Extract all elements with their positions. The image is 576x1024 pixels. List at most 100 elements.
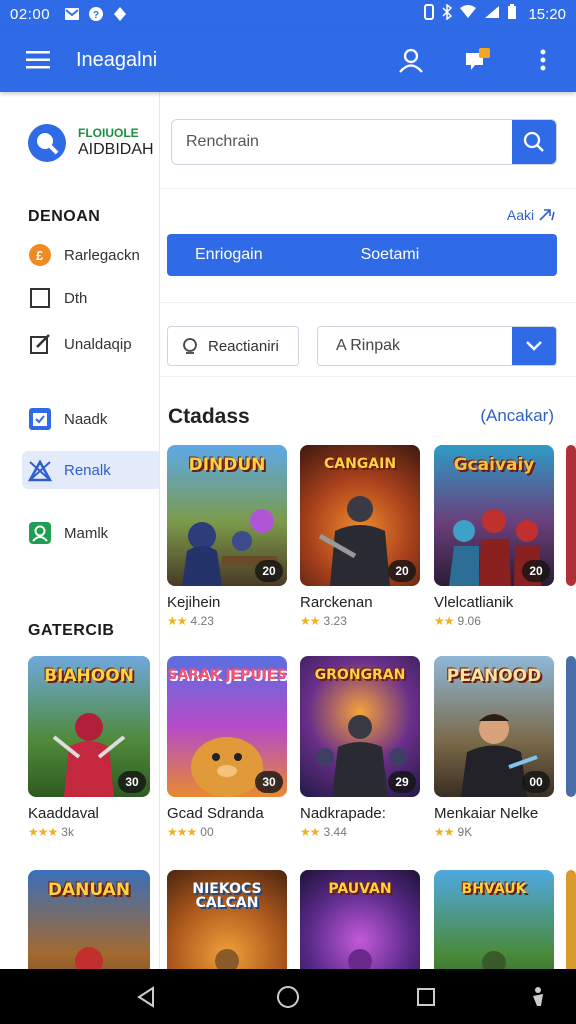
search-input[interactable]: [172, 120, 512, 164]
game-card[interactable]: PAUVAN: [300, 870, 420, 969]
game-card[interactable]: GRONGRAN 29 Nadkrapade: ★★ 3.44: [300, 656, 420, 839]
game-badge: 20: [522, 560, 550, 582]
game-title-art: Gcaivaiy: [453, 455, 535, 475]
tab-2[interactable]: Soetami: [333, 246, 420, 264]
game-title-art: DANUAN: [47, 880, 131, 900]
game-card[interactable]: Gcaivaiy 20 Vlelcatlianik ★★ 9.06: [434, 445, 554, 628]
dropdown-button[interactable]: [512, 327, 556, 365]
sidebar-item-6[interactable]: Mamlk: [22, 514, 159, 552]
brand: FLOIUOLE AIDBIDAH: [0, 92, 159, 164]
game-rating: ★★ 4.23: [167, 614, 214, 628]
more-vert-icon: [540, 49, 546, 71]
recents-icon: [417, 987, 435, 1006]
sidebar-item-1[interactable]: £ Rarlegackn: [22, 236, 159, 274]
sidebar-item-4[interactable]: Naadk: [22, 400, 159, 438]
sidebar-game-card-2[interactable]: DANUAN: [28, 870, 150, 969]
back-button[interactable]: [116, 969, 176, 1024]
game-card[interactable]: BHVAUK: [434, 870, 554, 969]
system-nav-bar: [0, 969, 576, 1024]
game-name: Nadkrapade:: [300, 805, 386, 822]
game-card[interactable]: PEANOOD 00 Menkaiar Nelke ★★ 9K: [434, 656, 554, 839]
svg-text:£: £: [36, 248, 44, 263]
search-button[interactable]: [512, 120, 556, 164]
accessibility-button[interactable]: [508, 969, 568, 1024]
game-thumbnail: [566, 445, 576, 586]
select-value: A Rinpak: [336, 337, 401, 354]
sidebar-item-5[interactable]: Renalk: [22, 451, 159, 489]
person-icon: [399, 48, 423, 73]
back-icon: [137, 985, 154, 1008]
hamburger-icon: [26, 51, 50, 69]
sidebar-item-label: Naadk: [64, 410, 108, 428]
sidebar-item-3[interactable]: Unaldaqip: [22, 325, 159, 363]
overflow-menu-button[interactable]: [510, 28, 576, 92]
game-card-partial[interactable]: [566, 656, 576, 797]
game-title-art: CANGAIN: [323, 456, 397, 472]
signal-icon: [484, 5, 500, 23]
game-badge: 30: [255, 771, 283, 793]
recents-button[interactable]: [396, 969, 456, 1024]
section-see-all-link[interactable]: (Ancakar): [480, 406, 554, 426]
account-button[interactable]: [378, 28, 444, 92]
location-icon: [112, 6, 128, 22]
sidebar-item-2[interactable]: Dth: [22, 279, 159, 317]
game-rating: ★★ 9.06: [434, 614, 481, 628]
game-thumbnail: [566, 870, 576, 969]
add-link[interactable]: Aaki: [507, 207, 556, 223]
game-rating: ★★★ 00: [167, 825, 214, 839]
sidebar-game-card[interactable]: BIAHOON 30 Kaaddaval ★★★ 3k: [28, 656, 150, 839]
game-card[interactable]: NIEKOCS CALCAN: [167, 870, 287, 969]
home-button[interactable]: [258, 969, 318, 1024]
game-rating: ★★ 9K: [434, 825, 473, 839]
chat-icon: [466, 48, 490, 70]
game-thumbnail: BIAHOON 30: [28, 656, 150, 797]
game-badge: 30: [118, 771, 146, 793]
game-thumbnail: NIEKOCS CALCAN: [167, 870, 287, 969]
game-title-art: PEANOOD: [446, 666, 542, 686]
game-thumbnail: Gcaivaiy 20: [434, 445, 554, 586]
divider: [160, 376, 576, 377]
game-name: Rarckenan: [300, 594, 373, 611]
search-icon: [183, 338, 197, 354]
game-rating: ★★★ 3k: [28, 825, 74, 839]
sidebar-item-label: Unaldaqip: [64, 335, 132, 353]
brand-line1: FLOIUOLE: [78, 125, 139, 140]
coin-icon: £: [28, 243, 52, 267]
game-thumbnail: CANGAIN 20: [300, 445, 420, 586]
filter-button[interactable]: Reactianiri: [167, 326, 299, 366]
ninja-illustration: [348, 949, 372, 969]
bluetooth-icon: [442, 3, 453, 24]
game-card[interactable]: CANGAIN 20 Rarckenan ★★ 3.23: [300, 445, 420, 628]
game-thumbnail: DINDUN 20: [167, 445, 287, 586]
game-title-art: BIAHOON: [44, 666, 134, 686]
game-title-art: GRONGRAN: [314, 667, 406, 683]
game-title-art: BHVAUK: [461, 881, 527, 897]
search-icon: [523, 131, 544, 152]
brand-logo-icon: [28, 124, 66, 162]
game-name: Menkaiar Nelke: [434, 805, 539, 822]
game-title-art: SARAK JEPUIES: [167, 667, 287, 683]
tab-1[interactable]: Enriogain: [167, 246, 263, 264]
game-title-art: PAUVAN: [328, 881, 392, 897]
brand-line2: AIDBIDAH: [78, 140, 154, 158]
stars-icon: ★★: [167, 614, 187, 628]
knight-illustration: [75, 947, 103, 969]
warriors-illustration: [215, 949, 239, 969]
game-badge: 29: [388, 771, 416, 793]
messages-button[interactable]: [444, 28, 510, 92]
game-card[interactable]: DINDUN 20 Kejihein ★★ 4.23: [167, 445, 287, 628]
game-card-partial[interactable]: [566, 445, 576, 586]
game-card[interactable]: SARAK JEPUIES 30 Gcad Sdranda ★★★ 00: [167, 656, 287, 839]
expand-icon: [539, 209, 555, 221]
battery-icon: [507, 4, 517, 24]
menu-button[interactable]: [0, 28, 76, 92]
notification-icon: ?: [88, 6, 104, 22]
status-bar: 02:00 ? 15:20: [0, 0, 576, 28]
game-card-partial[interactable]: [566, 870, 576, 969]
sort-select[interactable]: A Rinpak: [317, 326, 557, 366]
game-badge: 20: [388, 560, 416, 582]
game-thumbnail: [566, 656, 576, 797]
stars-icon: ★★★: [28, 825, 58, 839]
section-title: Ctadass: [168, 405, 250, 428]
game-thumbnail: GRONGRAN 29: [300, 656, 420, 797]
